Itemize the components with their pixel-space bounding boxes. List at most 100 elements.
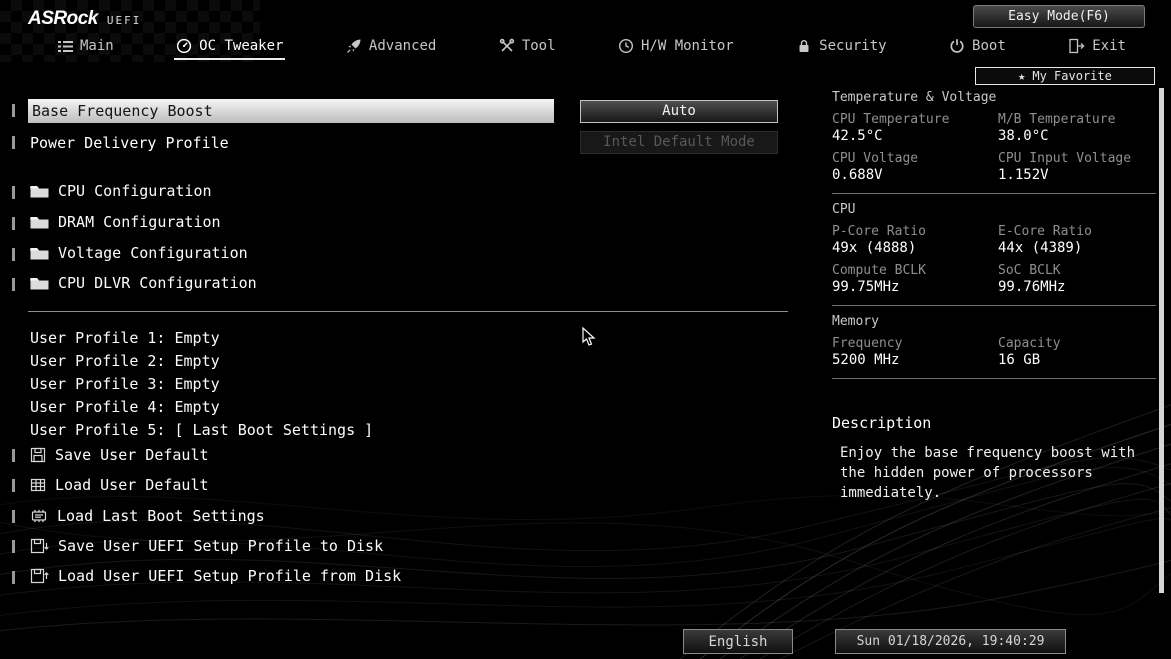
- exit-door-icon: [1068, 38, 1085, 54]
- tools-icon: [499, 38, 515, 54]
- tab-exit[interactable]: Exit: [1068, 38, 1126, 54]
- stat-value: 1.152V: [998, 167, 1049, 183]
- stat-memory-frequency: Frequency 5200 MHz: [832, 336, 998, 369]
- section-title-cpu: CPU: [832, 202, 856, 217]
- scrollbar[interactable]: [1159, 88, 1164, 593]
- item-tick: [12, 479, 15, 492]
- divider: [832, 378, 1156, 379]
- power-icon: [949, 38, 965, 54]
- item-tick: [12, 540, 15, 553]
- stat-label: CPU Input Voltage: [998, 151, 1132, 166]
- stat-cpu-temperature: CPU Temperature 42.5°C: [832, 112, 998, 145]
- tab-label: Advanced: [368, 38, 437, 54]
- floppy-arrow-down-icon: [30, 538, 49, 554]
- section-title-temperature-voltage: Temperature & Voltage: [832, 90, 997, 105]
- divider: [832, 193, 1156, 194]
- setting-label: Base Frequency Boost: [32, 102, 213, 120]
- tab-label: Tool: [521, 38, 556, 54]
- folder-icon: [30, 246, 49, 260]
- stat-label: Frequency: [832, 336, 903, 351]
- action-label: Load User UEFI Setup Profile from Disk: [58, 567, 402, 585]
- tab-label: Security: [819, 38, 887, 54]
- lock-icon: [796, 38, 812, 54]
- clock-icon: [618, 38, 634, 54]
- stat-label: Compute BCLK: [832, 263, 926, 278]
- section-title-memory: Memory: [832, 314, 879, 329]
- folder-icon: [30, 215, 49, 229]
- stat-mb-temperature: M/B Temperature 38.0°C: [998, 112, 1156, 145]
- action-label: Load Last Boot Settings: [57, 507, 265, 525]
- language-button[interactable]: English: [683, 629, 793, 654]
- stat-value: 49x (4888): [832, 240, 917, 256]
- stat-value: 99.76MHz: [998, 279, 1066, 295]
- save-profile-to-disk-button[interactable]: Save User UEFI Setup Profile to Disk: [30, 536, 383, 556]
- user-profile-2: User Profile 2: Empty: [30, 352, 220, 370]
- main-menu-bar: Main OC Tweaker Advanced Tool H/W Monito…: [58, 33, 1126, 60]
- tab-tool[interactable]: Tool: [499, 38, 556, 54]
- item-tick: [12, 136, 15, 149]
- setting-row-power-delivery-profile[interactable]: Power Delivery Profile: [30, 134, 229, 152]
- stat-memory-capacity: Capacity 16 GB: [998, 336, 1156, 369]
- folder-label: DRAM Configuration: [58, 213, 221, 231]
- folder-label: CPU DLVR Configuration: [58, 274, 257, 292]
- tab-label: H/W Monitor: [640, 38, 734, 54]
- hardware-monitor-panel: Temperature & Voltage CPU Temperature 42…: [832, 90, 1156, 387]
- rocket-icon: [346, 38, 362, 54]
- easy-mode-button[interactable]: Easy Mode(F6): [973, 5, 1145, 28]
- stat-cpu-voltage: CPU Voltage 0.688V: [832, 151, 998, 184]
- tab-hw-monitor[interactable]: H/W Monitor: [618, 38, 734, 54]
- tab-security[interactable]: Security: [796, 38, 887, 54]
- star-icon: ★: [1018, 69, 1026, 83]
- save-user-default-button[interactable]: Save User Default: [30, 445, 209, 465]
- stat-value: 44x (4389): [998, 240, 1083, 256]
- stat-label: CPU Temperature: [832, 112, 950, 127]
- asrock-logo: ASRock UEFI: [28, 8, 141, 30]
- tab-advanced[interactable]: Advanced: [346, 38, 436, 54]
- uefi-setup-screen: ASRock UEFI Easy Mode(F6) Main OC Tweake…: [0, 0, 1171, 659]
- tab-main[interactable]: Main: [58, 38, 114, 54]
- tab-label: Exit: [1092, 38, 1126, 54]
- tab-oc-tweaker[interactable]: OC Tweaker: [174, 38, 286, 60]
- brand-name: ASRock: [28, 8, 98, 29]
- load-profile-from-disk-button[interactable]: Load User UEFI Setup Profile from Disk: [30, 566, 401, 586]
- my-favorite-button[interactable]: ★ My Favorite: [975, 67, 1155, 85]
- stat-compute-bclk: Compute BCLK 99.75MHz: [832, 263, 998, 296]
- table-icon: [30, 477, 46, 493]
- tab-boot[interactable]: Boot: [949, 38, 1006, 54]
- stat-value: 99.75MHz: [832, 279, 900, 295]
- item-tick: [12, 510, 15, 523]
- folder-icon: [30, 184, 49, 198]
- gauge-icon: [176, 38, 192, 54]
- base-frequency-boost-dropdown[interactable]: Auto: [580, 100, 778, 123]
- tab-label: Boot: [972, 38, 1006, 54]
- floppy-save-icon: [30, 447, 46, 463]
- mouse-cursor: [582, 327, 596, 346]
- list-icon: [58, 40, 73, 53]
- description-title: Description: [832, 414, 932, 432]
- tab-label: Main: [80, 38, 114, 54]
- load-user-default-button[interactable]: Load User Default: [30, 475, 209, 495]
- folder-label: CPU Configuration: [58, 182, 212, 200]
- power-delivery-profile-dropdown: Intel Default Mode: [580, 131, 778, 154]
- folder-cpu-dlvr-configuration[interactable]: CPU DLVR Configuration: [30, 273, 257, 293]
- stat-label: SoC BCLK: [998, 263, 1061, 278]
- floppy-arrow-up-icon: [30, 568, 49, 584]
- stat-label: Capacity: [998, 336, 1061, 351]
- item-tick: [12, 248, 15, 261]
- stat-label: M/B Temperature: [998, 112, 1116, 127]
- folder-label: Voltage Configuration: [58, 244, 248, 262]
- stat-value: 16 GB: [998, 352, 1041, 368]
- folder-voltage-configuration[interactable]: Voltage Configuration: [30, 243, 248, 263]
- description-text: Enjoy the base frequency boost with the …: [840, 445, 1136, 501]
- item-tick: [12, 278, 15, 291]
- stat-label: P-Core Ratio: [832, 224, 926, 239]
- folder-cpu-configuration[interactable]: CPU Configuration: [30, 181, 212, 201]
- item-tick: [12, 104, 15, 117]
- load-last-boot-settings-button[interactable]: Load Last Boot Settings: [30, 506, 265, 526]
- brand-subtitle: UEFI: [106, 14, 142, 27]
- tab-label: OC Tweaker: [199, 38, 284, 54]
- user-profile-3: User Profile 3: Empty: [30, 375, 220, 393]
- stat-ecore-ratio: E-Core Ratio 44x (4389): [998, 224, 1156, 257]
- setting-row-base-frequency-boost[interactable]: Base Frequency Boost: [28, 99, 554, 123]
- folder-dram-configuration[interactable]: DRAM Configuration: [30, 212, 221, 232]
